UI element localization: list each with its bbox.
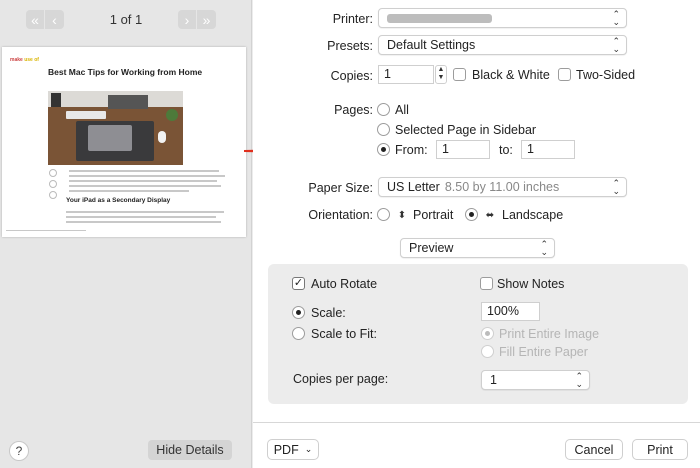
pdf-menu-button[interactable]: PDF ⌄ xyxy=(267,439,319,460)
dialog-button-bar: PDF ⌄ Cancel Print xyxy=(253,422,700,468)
help-button[interactable]: ? xyxy=(9,441,29,461)
presets-value: Default Settings xyxy=(387,38,476,52)
print-settings-pane: Printer: ⌃ ⌄ Presets: Default Settings ⌃ ⌄… xyxy=(253,0,700,468)
chevron-updown-icon: ⌃ ⌄ xyxy=(540,239,548,257)
thumbnail-article-title: Best Mac Tips for Working from Home xyxy=(48,67,203,77)
auto-rotate-label: Auto Rotate xyxy=(311,277,378,291)
pages-all-radio[interactable] xyxy=(377,103,390,116)
presets-popup[interactable]: Default Settings ⌃ ⌄ xyxy=(378,35,627,55)
pdf-label: PDF xyxy=(273,442,299,457)
chevron-updown-icon: ⌃ ⌄ xyxy=(612,36,620,54)
thumbnail-body-text-2 xyxy=(66,211,226,226)
thumbnail-body-text xyxy=(69,170,229,195)
chevron-updown-icon: ⌃ ⌄ xyxy=(575,371,583,389)
copies-label: Copies: xyxy=(330,69,373,83)
chevron-updown-icon: ⌃ ⌄ xyxy=(612,9,620,27)
section-popup-value: Preview xyxy=(409,241,454,255)
paper-size-popup[interactable]: US Letter 8.50 by 11.00 inches ⌃ ⌄ xyxy=(378,177,627,197)
printer-label: Printer: xyxy=(332,12,373,26)
show-notes-label: Show Notes xyxy=(497,277,565,291)
page-nav-forward-group: › » xyxy=(178,10,216,29)
landscape-icon: ⬌ xyxy=(485,209,495,221)
pages-to-field[interactable]: 1 xyxy=(521,140,575,159)
fill-entire-paper-radio[interactable] xyxy=(481,345,494,358)
thumbnail-subheading: Your iPad as a Secondary Display xyxy=(66,197,171,204)
printer-popup[interactable]: ⌃ ⌄ xyxy=(378,8,627,28)
scale-label: Scale: xyxy=(311,306,346,320)
preview-sidebar: « ‹ 1 of 1 › » make use of Best Mac Tips… xyxy=(0,0,252,468)
section-popup[interactable]: Preview ⌃ ⌄ xyxy=(400,238,555,258)
pages-from-radio[interactable] xyxy=(377,143,390,156)
thumbnail-logo-part2: use of xyxy=(24,57,39,63)
scale-to-fit-label: Scale to Fit: xyxy=(311,327,377,341)
thumbnail-desk-photo xyxy=(48,91,183,165)
copies-stepper[interactable]: ▲ ▼ xyxy=(435,65,447,84)
thumbnail-footer xyxy=(6,230,242,234)
pages-from-label: From: xyxy=(395,143,428,157)
page-thumbnail[interactable]: make use of Best Mac Tips for Working fr… xyxy=(2,47,246,237)
hide-details-button[interactable]: Hide Details xyxy=(148,440,232,460)
orientation-label: Orientation: xyxy=(308,208,373,222)
paper-size-dimensions: 8.50 by 11.00 inches xyxy=(444,180,560,194)
portrait-icon: ⬍ xyxy=(397,209,407,221)
copies-field[interactable]: 1 xyxy=(378,65,434,84)
auto-rotate-checkbox[interactable]: ✓ xyxy=(292,277,305,290)
printer-value-blurred xyxy=(387,13,492,23)
pages-from-field[interactable]: 1 xyxy=(436,140,490,159)
fill-entire-paper-label: Fill Entire Paper xyxy=(499,345,588,359)
orientation-landscape-radio[interactable] xyxy=(465,208,478,221)
pages-selected-radio[interactable] xyxy=(377,123,390,136)
thumbnail-logo-part1: make xyxy=(10,57,23,63)
pages-label: Pages: xyxy=(334,103,373,117)
orientation-portrait-label: Portrait xyxy=(413,208,454,222)
cancel-button[interactable]: Cancel xyxy=(565,439,623,460)
paper-size-value: US Letter xyxy=(387,180,440,194)
copies-per-page-label: Copies per page: xyxy=(293,372,389,386)
thumbnail-share-icons xyxy=(49,169,57,202)
copies-per-page-value: 1 xyxy=(490,373,497,387)
thumbnail-logo: make use of xyxy=(10,57,39,63)
presets-label: Presets: xyxy=(327,39,373,53)
pages-all-label: All xyxy=(395,103,409,117)
next-page-icon[interactable]: › xyxy=(178,10,197,29)
preview-options-panel: ✓ Auto Rotate Show Notes Scale: 100% Sca… xyxy=(268,264,688,404)
print-button[interactable]: Print xyxy=(632,439,688,460)
pages-to-label: to: xyxy=(499,143,513,157)
last-page-icon[interactable]: » xyxy=(197,10,216,29)
show-notes-checkbox[interactable] xyxy=(480,277,493,290)
orientation-landscape-label: Landscape xyxy=(502,208,564,222)
pages-selected-label: Selected Page in Sidebar xyxy=(395,123,537,137)
print-entire-image-radio[interactable] xyxy=(481,327,494,340)
chevron-down-icon: ⌄ xyxy=(304,444,313,454)
black-white-checkbox[interactable] xyxy=(453,68,466,81)
scale-field[interactable]: 100% xyxy=(481,302,540,321)
paper-size-label: Paper Size: xyxy=(308,181,373,195)
two-sided-label: Two-Sided xyxy=(576,68,636,82)
scale-radio[interactable] xyxy=(292,306,305,319)
black-white-label: Black & White xyxy=(472,68,550,82)
chevron-updown-icon: ⌃ ⌄ xyxy=(612,178,620,196)
copies-per-page-popup[interactable]: 1 ⌃ ⌄ xyxy=(481,370,590,390)
orientation-portrait-radio[interactable] xyxy=(377,208,390,221)
scale-to-fit-radio[interactable] xyxy=(292,327,305,340)
two-sided-checkbox[interactable] xyxy=(558,68,571,81)
print-entire-image-label: Print Entire Image xyxy=(499,327,600,341)
